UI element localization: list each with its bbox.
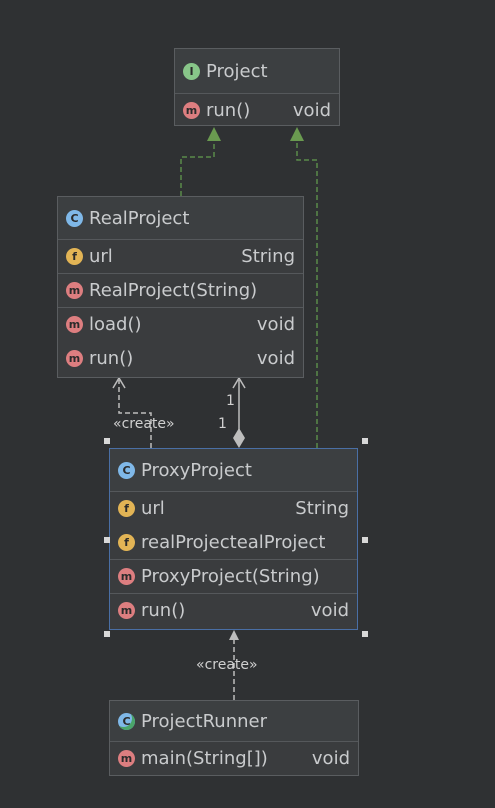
create-label-1: «create» [113,416,175,432]
realproject-field-row[interactable]: f url String [58,239,303,273]
abstract-method-icon: m [183,102,200,119]
method-type: void [256,347,295,369]
project-method-row[interactable]: m run() void [175,93,339,127]
field-icon: f [66,248,83,265]
constructor-name: RealProject(String) [89,280,258,301]
selection-handle-bottom-right[interactable] [362,631,368,637]
proxyproject-constructor-row[interactable]: m ProxyProject(String) [110,559,357,593]
project-title: Project [206,60,268,82]
realproject-method-row[interactable]: m load() void [58,307,303,341]
selection-handle-middle-right[interactable] [362,537,368,543]
realproject-method-row[interactable]: m run() void [58,341,303,375]
method-icon: m [66,349,83,367]
project-interface-node[interactable]: I Project m run() void [174,48,340,126]
projectrunner-header[interactable]: C ProjectRunner [110,701,358,741]
constructor-name: ProxyProject(String) [141,566,320,587]
method-type: void [292,100,331,121]
proxyproject-title: ProxyProject [141,459,252,481]
field-type: String [295,498,349,519]
multiplicity-bottom: 1 [218,416,227,432]
realproject-class-node[interactable]: C RealProject f url String m RealProject… [57,196,304,378]
projectrunner-method-row[interactable]: m main(String[]) void [110,741,358,775]
method-name: main(String[]) [141,748,268,769]
selection-handle-middle-left[interactable] [104,537,110,543]
realproject-constructor-row[interactable]: m RealProject(String) [58,273,303,307]
method-icon: m [66,316,83,333]
realproject-header[interactable]: C RealProject [58,197,303,239]
projectrunner-title: ProjectRunner [141,710,267,732]
method-type: void [256,314,295,335]
realproject-implements-edge[interactable] [180,138,215,196]
method-type: void [311,748,350,769]
field-icon: f [118,533,135,551]
method-type: void [310,600,349,621]
field-icon: f [118,500,135,517]
project-header[interactable]: I Project [175,49,339,93]
method-icon: m [118,602,135,619]
composition-diamond [233,428,245,448]
class-icon: C [66,209,83,227]
projectrunner-class-node[interactable]: C ProjectRunner m main(String[]) void [109,700,359,776]
multiplicity-top: 1 [226,393,235,409]
selection-handle-bottom-left[interactable] [104,631,110,637]
method-name: load() [89,314,142,335]
method-icon: m [66,282,83,299]
proxyproject-header[interactable]: C ProxyProject [110,449,357,491]
field-name: url [141,498,165,519]
method-name: run() [89,347,134,369]
class-icon: C [118,461,135,479]
proxyproject-implements-arrowhead [290,127,304,141]
method-name: run() [141,600,186,621]
field-name: realProject [141,531,237,553]
field-type: String [241,246,295,267]
runnable-class-icon: C [118,712,135,730]
proxyproject-method-row[interactable]: m run() void [110,593,357,627]
method-name: run() [206,100,251,121]
field-type: ealProject [236,531,326,553]
realproject-title: RealProject [89,207,190,229]
selection-handle-top-left[interactable] [104,438,110,444]
proxyproject-field-row[interactable]: f url String [110,491,357,525]
realproject-implements-arrowhead [207,127,221,141]
create-label-2: «create» [196,657,258,673]
proxyproject-class-node[interactable]: C ProxyProject f url String f realProjec… [109,448,358,630]
proxy-create-real-edge[interactable] [118,380,152,448]
static-method-icon: m [118,750,135,767]
selection-handle-top-right[interactable] [362,438,368,444]
field-name: url [89,246,113,267]
proxyproject-field-row[interactable]: f realProject ealProject [110,525,357,559]
interface-icon: I [183,62,200,80]
runner-create-proxy-arrowhead [229,630,239,640]
method-icon: m [118,568,135,585]
